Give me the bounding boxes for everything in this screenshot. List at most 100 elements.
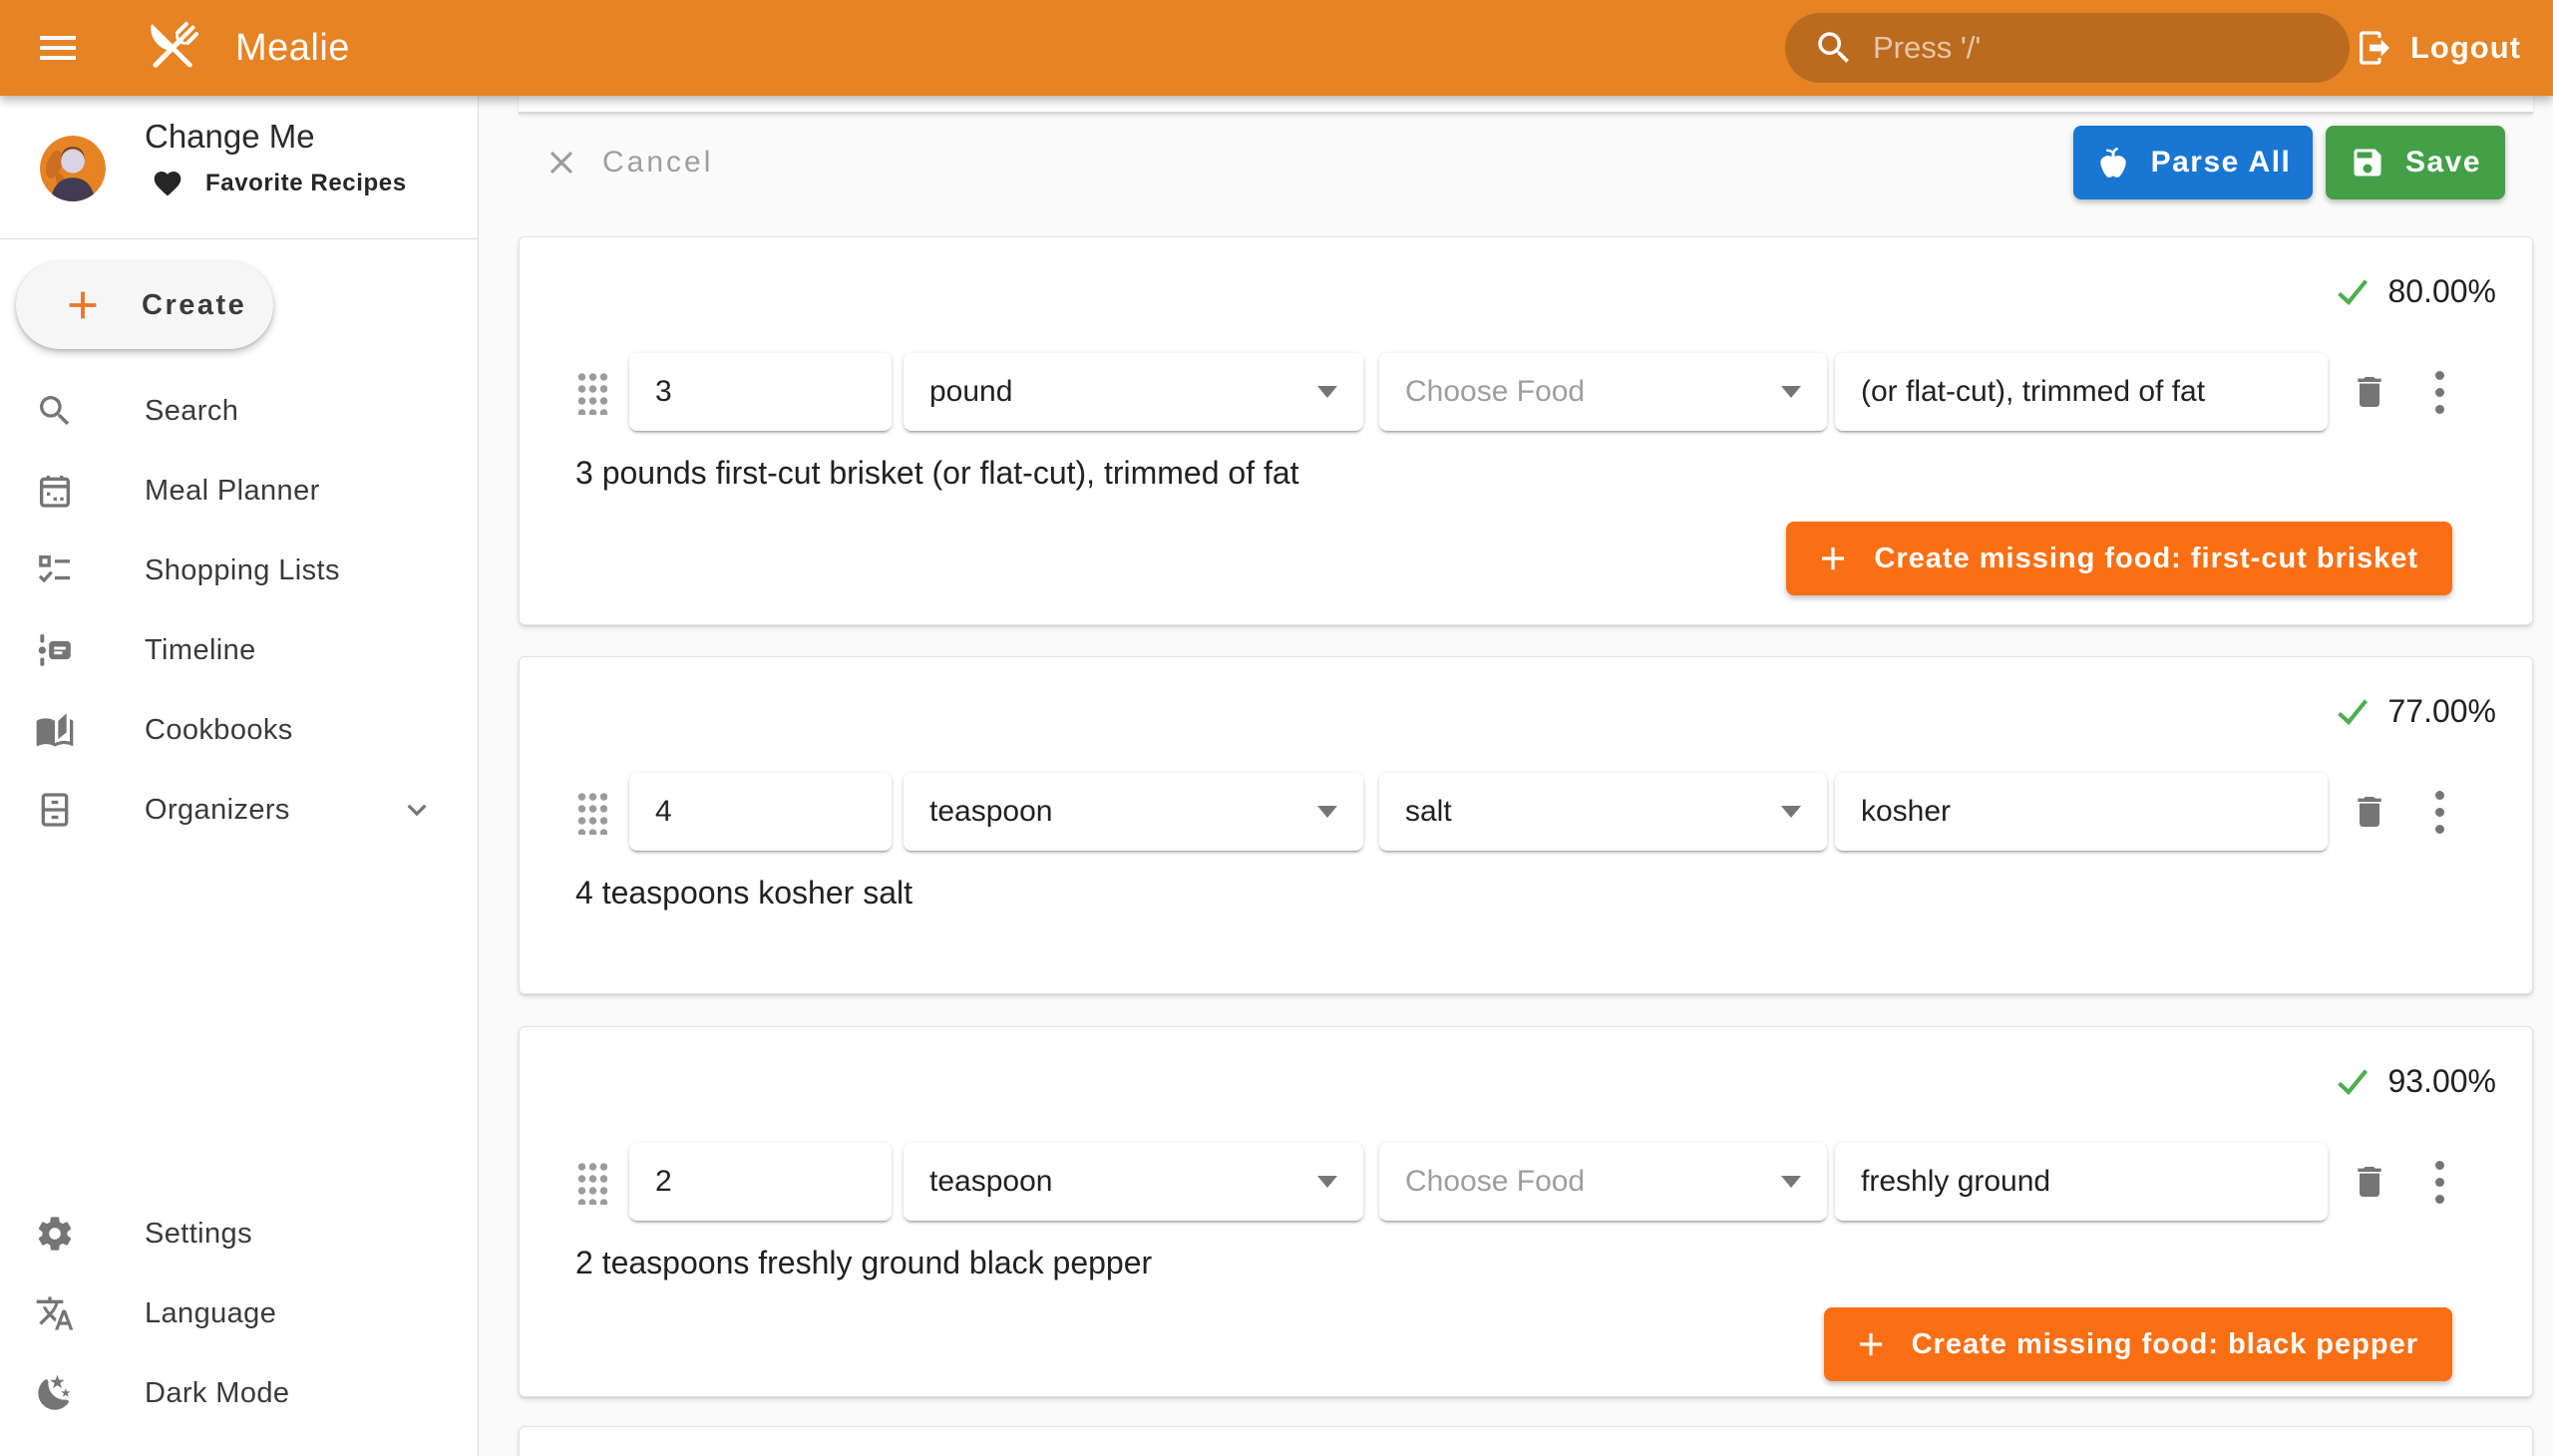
- sidebar-item-search[interactable]: Search: [0, 371, 478, 451]
- unit-value: teaspoon: [929, 795, 1052, 829]
- sidebar-item-label: Meal Planner: [145, 475, 320, 508]
- cabinet-icon: [35, 790, 75, 830]
- app-header: Mealie Press '/' Logout: [0, 0, 2553, 96]
- confidence-row: 93.00%: [520, 1061, 2496, 1101]
- trash-icon: [2350, 372, 2389, 412]
- chevron-down-icon[interactable]: [398, 791, 436, 829]
- plus-icon: [1852, 1325, 1890, 1363]
- apple-icon: [2095, 145, 2131, 181]
- sidebar-item-settings[interactable]: Settings: [0, 1194, 478, 1274]
- create-missing-food-button[interactable]: Create missing food: first-cut brisket: [1786, 522, 2452, 595]
- create-missing-food-button[interactable]: Create missing food: black pepper: [1824, 1307, 2452, 1381]
- ingredient-card-partial: [519, 1426, 2533, 1456]
- search-input[interactable]: Press '/': [1785, 13, 2350, 83]
- cancel-button[interactable]: Cancel: [543, 144, 713, 182]
- plus-icon: [1814, 540, 1852, 577]
- quantity-input[interactable]: [629, 1143, 892, 1221]
- save-button[interactable]: Save: [2326, 126, 2505, 199]
- quantity-value[interactable]: [655, 795, 866, 829]
- ingredient-fields-row: teaspoon salt: [520, 773, 2532, 851]
- scrolled-card-edge: [519, 96, 2533, 114]
- gear-icon: [35, 1214, 75, 1254]
- sidebar-item-cookbooks[interactable]: Cookbooks: [0, 690, 478, 770]
- sidebar-item-shopping-lists[interactable]: Shopping Lists: [0, 531, 478, 610]
- unit-select[interactable]: teaspoon: [904, 1143, 1363, 1221]
- confidence-value: 77.00%: [2387, 693, 2496, 730]
- note-input[interactable]: [1835, 773, 2328, 851]
- sidebar-item-language[interactable]: Language: [0, 1274, 478, 1353]
- sidebar: Change Me Favorite Recipes Create Search…: [0, 96, 479, 1456]
- sidebar-item-organizers[interactable]: Organizers: [0, 770, 478, 850]
- trash-icon: [2350, 1162, 2389, 1202]
- food-select[interactable]: Choose Food: [1379, 353, 1827, 431]
- parse-all-label: Parse All: [2151, 146, 2292, 180]
- note-input[interactable]: [1835, 353, 2328, 431]
- caret-down-icon: [1317, 806, 1337, 818]
- logout-button[interactable]: Logout: [2345, 0, 2531, 96]
- plus-icon: [60, 282, 106, 328]
- moon-icon: [35, 1373, 75, 1413]
- confidence-value: 80.00%: [2387, 273, 2496, 310]
- sidebar-item-dark-mode[interactable]: Dark Mode: [0, 1353, 478, 1433]
- create-button-label: Create: [142, 289, 246, 322]
- logout-icon: [2355, 28, 2394, 68]
- parse-all-button[interactable]: Parse All: [2073, 126, 2313, 199]
- favorite-recipes-link[interactable]: Favorite Recipes: [152, 168, 407, 199]
- heart-icon: [152, 168, 183, 199]
- note-value[interactable]: [1861, 795, 2302, 829]
- quantity-value[interactable]: [655, 375, 866, 409]
- confidence-value: 93.00%: [2387, 1063, 2496, 1100]
- ingredient-fields-row: pound Choose Food: [520, 353, 2532, 431]
- book-icon: [35, 710, 75, 750]
- close-icon: [543, 144, 580, 182]
- confidence-row: 80.00%: [520, 271, 2496, 311]
- main-content: Cancel Parse All Save 80.00% pound: [479, 96, 2553, 1456]
- delete-ingredient-button[interactable]: [2348, 370, 2391, 414]
- ingredient-menu-button[interactable]: [2427, 1158, 2451, 1206]
- delete-ingredient-button[interactable]: [2348, 790, 2391, 834]
- sidebar-item-label: Search: [145, 395, 238, 428]
- note-value[interactable]: [1861, 375, 2302, 409]
- create-missing-row: Create missing food: first-cut brisket: [520, 522, 2532, 595]
- ingredient-card: 80.00% pound Choose Food 3 pounds fi: [519, 236, 2533, 625]
- drag-handle-icon[interactable]: [575, 1159, 607, 1205]
- hamburger-menu-icon[interactable]: [34, 24, 82, 72]
- sidebar-item-meal-planner[interactable]: Meal Planner: [0, 451, 478, 531]
- delete-ingredient-button[interactable]: [2348, 1160, 2391, 1204]
- sidebar-divider: [0, 238, 478, 239]
- drag-handle-icon[interactable]: [575, 369, 607, 415]
- favorite-recipes-label: Favorite Recipes: [205, 170, 407, 197]
- ingredient-menu-button[interactable]: [2427, 788, 2451, 836]
- note-input[interactable]: [1835, 1143, 2328, 1221]
- create-missing-food-label: Create missing food: first-cut brisket: [1874, 543, 2418, 575]
- user-block[interactable]: Change Me Favorite Recipes: [0, 96, 478, 238]
- sidebar-menu: Search Meal Planner Shopping Lists Timel…: [0, 371, 478, 850]
- create-missing-food-label: Create missing food: black pepper: [1912, 1328, 2418, 1361]
- quantity-input[interactable]: [629, 773, 892, 851]
- translate-icon: [35, 1293, 75, 1333]
- food-select[interactable]: Choose Food: [1379, 1143, 1827, 1221]
- sidebar-item-label: Organizers: [145, 794, 290, 827]
- quantity-input[interactable]: [629, 353, 892, 431]
- sidebar-item-label: Dark Mode: [145, 1377, 289, 1410]
- calendar-icon: [35, 471, 75, 511]
- food-select[interactable]: salt: [1379, 773, 1827, 851]
- quantity-value[interactable]: [655, 1165, 866, 1199]
- avatar-image: [40, 136, 106, 201]
- create-button[interactable]: Create: [16, 261, 273, 349]
- ingredient-menu-button[interactable]: [2427, 368, 2451, 416]
- parser-toolbar: Cancel Parse All Save: [479, 126, 2553, 199]
- save-icon: [2350, 145, 2385, 181]
- ingredient-card: 77.00% teaspoon salt 4 teaspoons kos: [519, 656, 2533, 994]
- drag-handle-icon[interactable]: [575, 789, 607, 835]
- logout-label: Logout: [2410, 30, 2521, 66]
- timeline-icon: [35, 630, 75, 670]
- note-value[interactable]: [1861, 1165, 2302, 1199]
- unit-select[interactable]: pound: [904, 353, 1363, 431]
- search-icon: [35, 391, 75, 431]
- avatar[interactable]: [40, 136, 106, 201]
- sidebar-item-timeline[interactable]: Timeline: [0, 610, 478, 690]
- caret-down-icon: [1781, 806, 1801, 818]
- unit-select[interactable]: teaspoon: [904, 773, 1363, 851]
- original-ingredient-text: 3 pounds first-cut brisket (or flat-cut)…: [520, 455, 2532, 492]
